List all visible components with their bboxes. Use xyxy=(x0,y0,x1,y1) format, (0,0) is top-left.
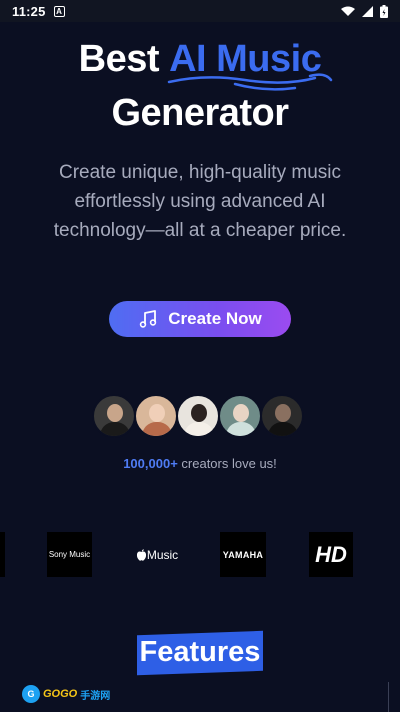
avatar xyxy=(260,394,304,438)
notification-icon: A xyxy=(53,5,65,17)
apple-icon xyxy=(136,548,146,561)
hero-title: Best AI Music Generator xyxy=(0,32,400,140)
hero-title-line2: Generator xyxy=(111,92,289,134)
creators-count: 100,000+ xyxy=(123,456,178,471)
watermark-cn: 手游网 xyxy=(80,690,111,702)
signal-icon xyxy=(362,5,373,17)
hero-subtitle: Create unique, high-quality music effort… xyxy=(53,162,347,241)
underline-scribble xyxy=(167,73,333,91)
creator-avatars xyxy=(92,394,308,438)
avatar xyxy=(92,394,136,438)
status-time: 11:25 xyxy=(12,3,46,19)
avatar xyxy=(218,394,262,438)
creators-label: creators love us! xyxy=(177,456,277,471)
watermark-brand: GOGO xyxy=(43,688,78,700)
status-icons xyxy=(341,4,388,18)
watermark-logo-icon: G xyxy=(22,685,40,703)
divider xyxy=(388,682,389,712)
partner-logo-partial xyxy=(0,532,5,577)
partner-logos: Sony Music Music YAMAHA HD xyxy=(0,532,400,578)
apple-music-label: Music xyxy=(146,547,179,562)
create-now-button[interactable]: Create Now xyxy=(109,301,291,337)
create-now-label: Create Now xyxy=(168,309,262,328)
music-note-icon xyxy=(140,310,157,328)
hero-title-accent: AI Music xyxy=(167,32,333,91)
battery-icon xyxy=(380,4,388,18)
sony-music-logo: Sony Music xyxy=(47,532,92,577)
watermark: G GOGO 手游网 xyxy=(22,684,110,704)
hero-title-prefix: Best xyxy=(78,38,160,80)
status-bar: 11:25 A xyxy=(0,0,400,22)
features-heading-text: Features xyxy=(139,636,261,668)
avatar xyxy=(134,394,178,438)
hero-title-line1: Best AI Music xyxy=(0,32,400,91)
hd-logo: HD xyxy=(309,532,353,577)
features-heading: Features xyxy=(137,630,263,676)
creators-count-text: 100,000+ creators love us! xyxy=(0,456,400,471)
wifi-icon xyxy=(341,6,355,16)
yamaha-logo: YAMAHA xyxy=(220,532,266,577)
apple-music-logo: Music xyxy=(133,532,181,577)
avatar xyxy=(176,394,220,438)
